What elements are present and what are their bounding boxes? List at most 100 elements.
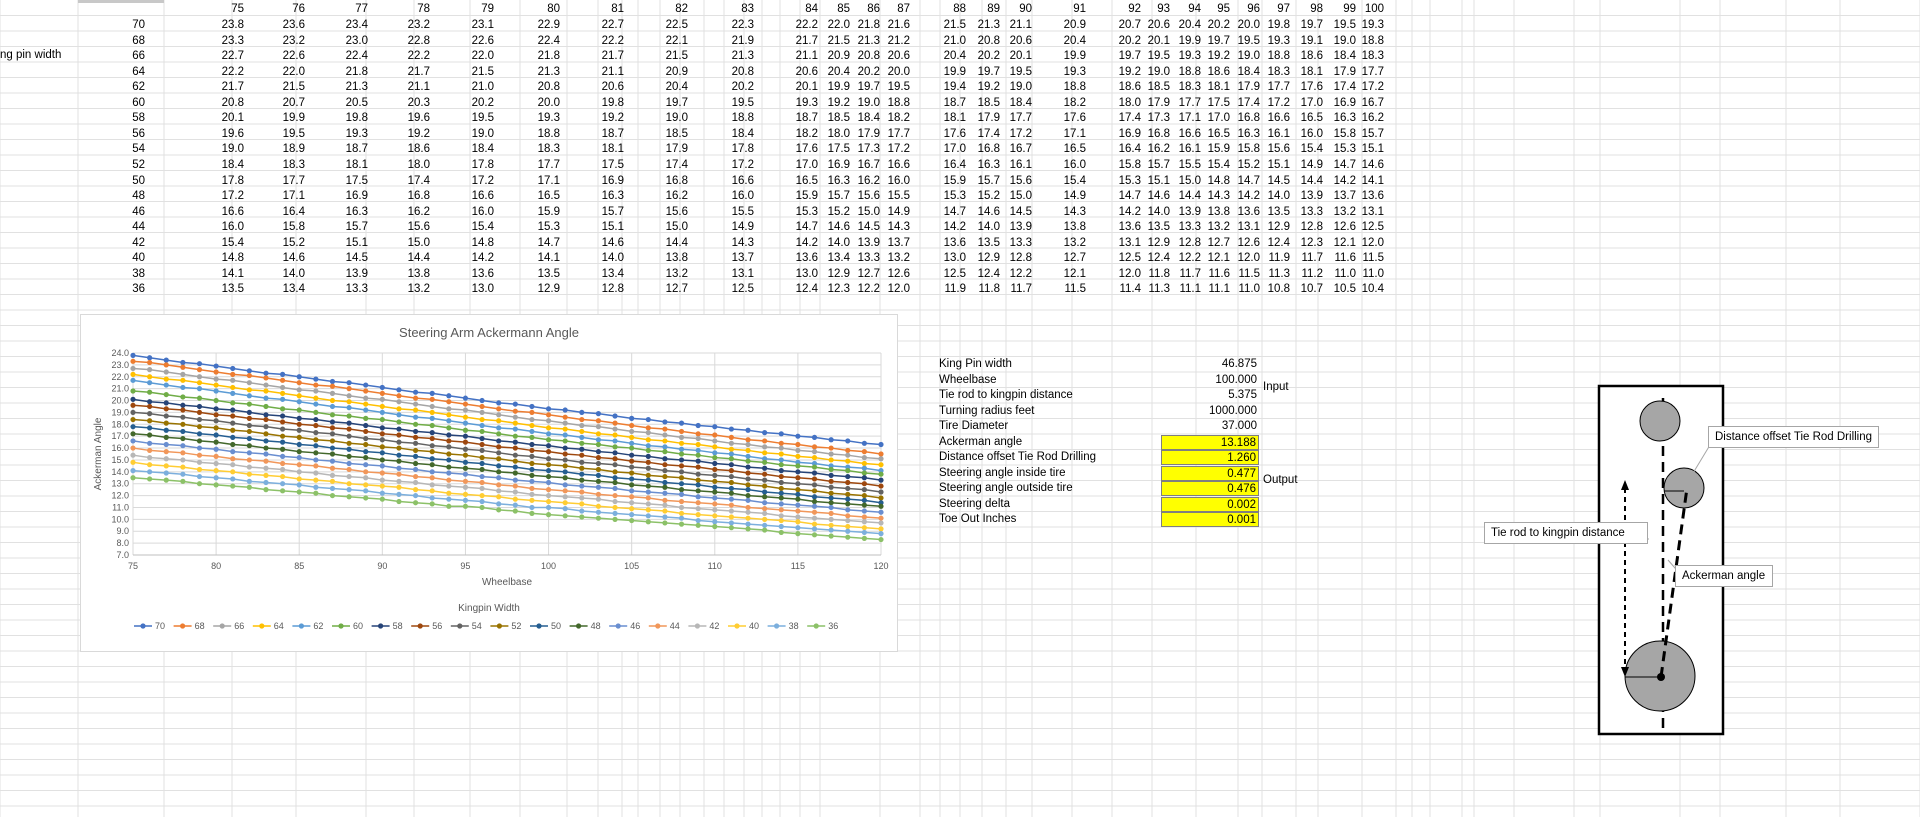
ackerman-value-cell[interactable]: 18.3 [520,142,560,156]
ackerman-value-cell[interactable]: 18.6 [390,142,430,156]
wheelbase-header[interactable]: 78 [390,2,430,16]
ackerman-value-cell[interactable]: 14.0 [265,267,305,281]
ackerman-value-cell[interactable]: 15.6 [390,220,430,234]
calc-input-value[interactable]: 46.875 [1161,357,1259,371]
wheelbase-header[interactable]: 81 [584,2,624,16]
ackerman-value-cell[interactable]: 19.5 [714,96,754,110]
ackerman-value-cell[interactable]: 19.0 [648,111,688,125]
ackerman-value-cell[interactable]: 16.9 [328,189,368,203]
kingpin-width-cell[interactable]: 38 [105,267,145,281]
ackerman-value-cell[interactable]: 18.3 [265,158,305,172]
ackerman-value-cell[interactable]: 16.4 [265,205,305,219]
ackerman-value-cell[interactable]: 13.8 [648,251,688,265]
ackerman-value-cell[interactable]: 21.7 [204,80,244,94]
ackerman-value-cell[interactable]: 18.8 [1344,34,1384,48]
ackerman-value-cell[interactable]: 18.8 [870,96,910,110]
ackerman-value-cell[interactable]: 22.4 [520,34,560,48]
calc-output-value[interactable]: 0.477 [1161,465,1259,481]
ackerman-value-cell[interactable]: 18.0 [390,158,430,172]
ackerman-value-cell[interactable]: 14.9 [870,205,910,219]
kingpin-width-cell[interactable]: 62 [105,80,145,94]
ackerman-value-cell[interactable]: 17.6 [1046,111,1086,125]
ackerman-value-cell[interactable]: 22.9 [520,18,560,32]
ackerman-value-cell[interactable]: 23.8 [204,18,244,32]
ackerman-value-cell[interactable]: 17.4 [648,158,688,172]
ackerman-value-cell[interactable]: 13.9 [328,267,368,281]
ackerman-value-cell[interactable]: 16.5 [1046,142,1086,156]
ackerman-value-cell[interactable]: 19.3 [1046,65,1086,79]
ackerman-value-cell[interactable]: 15.1 [328,236,368,250]
kingpin-width-cell[interactable]: 54 [105,142,145,156]
ackerman-value-cell[interactable]: 14.3 [870,220,910,234]
ackerman-value-cell[interactable]: 13.7 [870,236,910,250]
ackerman-value-cell[interactable]: 14.6 [584,236,624,250]
ackerman-value-cell[interactable]: 20.1 [992,49,1032,63]
ackerman-value-cell[interactable]: 17.8 [454,158,494,172]
ackerman-value-cell[interactable]: 14.1 [204,267,244,281]
ackerman-value-cell[interactable]: 19.9 [265,111,305,125]
calc-label[interactable]: Turning radius feet [939,404,1139,418]
calc-label[interactable]: Ackerman angle [939,435,1139,449]
ackerman-value-cell[interactable]: 17.5 [328,174,368,188]
ackerman-value-cell[interactable]: 17.7 [1344,65,1384,79]
ackerman-value-cell[interactable]: 12.5 [714,282,754,296]
kingpin-width-cell[interactable]: 56 [105,127,145,141]
ackerman-value-cell[interactable]: 15.0 [390,236,430,250]
ackerman-value-cell[interactable]: 10.4 [1344,282,1384,296]
ackerman-value-cell[interactable]: 22.7 [584,18,624,32]
ackerman-value-cell[interactable]: 18.8 [1046,80,1086,94]
ackerman-value-cell[interactable]: 15.6 [992,174,1032,188]
ackerman-value-cell[interactable]: 11.5 [1344,251,1384,265]
ackerman-value-cell[interactable]: 15.0 [992,189,1032,203]
kingpin-width-cell[interactable]: 66 [105,49,145,63]
calc-label[interactable]: Wheelbase [939,373,1139,387]
ackerman-value-cell[interactable]: 16.6 [714,174,754,188]
ackerman-value-cell[interactable]: 16.5 [520,189,560,203]
ackerman-value-cell[interactable]: 14.3 [714,236,754,250]
ackerman-value-cell[interactable]: 21.3 [714,49,754,63]
kingpin-width-cell[interactable]: 60 [105,96,145,110]
ackerman-value-cell[interactable]: 18.4 [454,142,494,156]
ackerman-value-cell[interactable]: 22.5 [648,18,688,32]
ackerman-value-cell[interactable]: 13.6 [1344,189,1384,203]
ackerman-value-cell[interactable]: 22.8 [390,34,430,48]
ackerman-value-cell[interactable]: 17.8 [714,142,754,156]
ackerman-value-cell[interactable]: 23.3 [204,34,244,48]
ackerman-value-cell[interactable]: 20.9 [1046,18,1086,32]
calc-label[interactable]: Steering angle inside tire [939,466,1139,480]
ackerman-value-cell[interactable]: 19.0 [454,127,494,141]
ackerman-value-cell[interactable]: 13.5 [520,267,560,281]
ackerman-value-cell[interactable]: 20.5 [328,96,368,110]
ackerman-value-cell[interactable]: 19.8 [584,96,624,110]
ackerman-value-cell[interactable]: 15.6 [648,205,688,219]
ackerman-value-cell[interactable]: 19.5 [992,65,1032,79]
ackermann-chart[interactable]: Steering Arm Ackermann Angle 24.0 23.0 22.0… [80,314,898,652]
ackerman-value-cell[interactable]: 22.0 [454,49,494,63]
ackerman-value-cell[interactable]: 13.2 [390,282,430,296]
ackerman-value-cell[interactable]: 16.7 [992,142,1032,156]
ackerman-value-cell[interactable]: 21.1 [992,18,1032,32]
ackerman-value-cell[interactable]: 14.7 [520,236,560,250]
calc-label[interactable]: Tire Diameter [939,419,1139,433]
ackerman-value-cell[interactable]: 16.0 [1046,158,1086,172]
calc-output-value[interactable]: 1.260 [1161,450,1259,465]
ackerman-value-cell[interactable]: 13.2 [648,267,688,281]
ackerman-value-cell[interactable]: 18.2 [1046,96,1086,110]
ackerman-value-cell[interactable]: 20.0 [870,65,910,79]
ackerman-value-cell[interactable]: 20.2 [714,80,754,94]
wheelbase-header[interactable]: 82 [648,2,688,16]
wheelbase-header[interactable]: 75 [204,2,244,16]
kingpin-width-cell[interactable]: 50 [105,174,145,188]
ackerman-value-cell[interactable]: 17.1 [265,189,305,203]
ackerman-value-cell[interactable]: 18.9 [265,142,305,156]
ackerman-value-cell[interactable]: 13.3 [328,282,368,296]
ackerman-value-cell[interactable]: 16.0 [454,205,494,219]
calc-input-value[interactable]: 1000.000 [1161,404,1259,418]
ackerman-value-cell[interactable]: 13.0 [454,282,494,296]
ackerman-value-cell[interactable]: 17.8 [204,174,244,188]
ackerman-value-cell[interactable]: 15.4 [1046,174,1086,188]
ackerman-value-cell[interactable]: 16.0 [714,189,754,203]
ackerman-value-cell[interactable]: 16.2 [390,205,430,219]
ackerman-value-cell[interactable]: 12.7 [648,282,688,296]
ackerman-value-cell[interactable]: 15.7 [328,220,368,234]
